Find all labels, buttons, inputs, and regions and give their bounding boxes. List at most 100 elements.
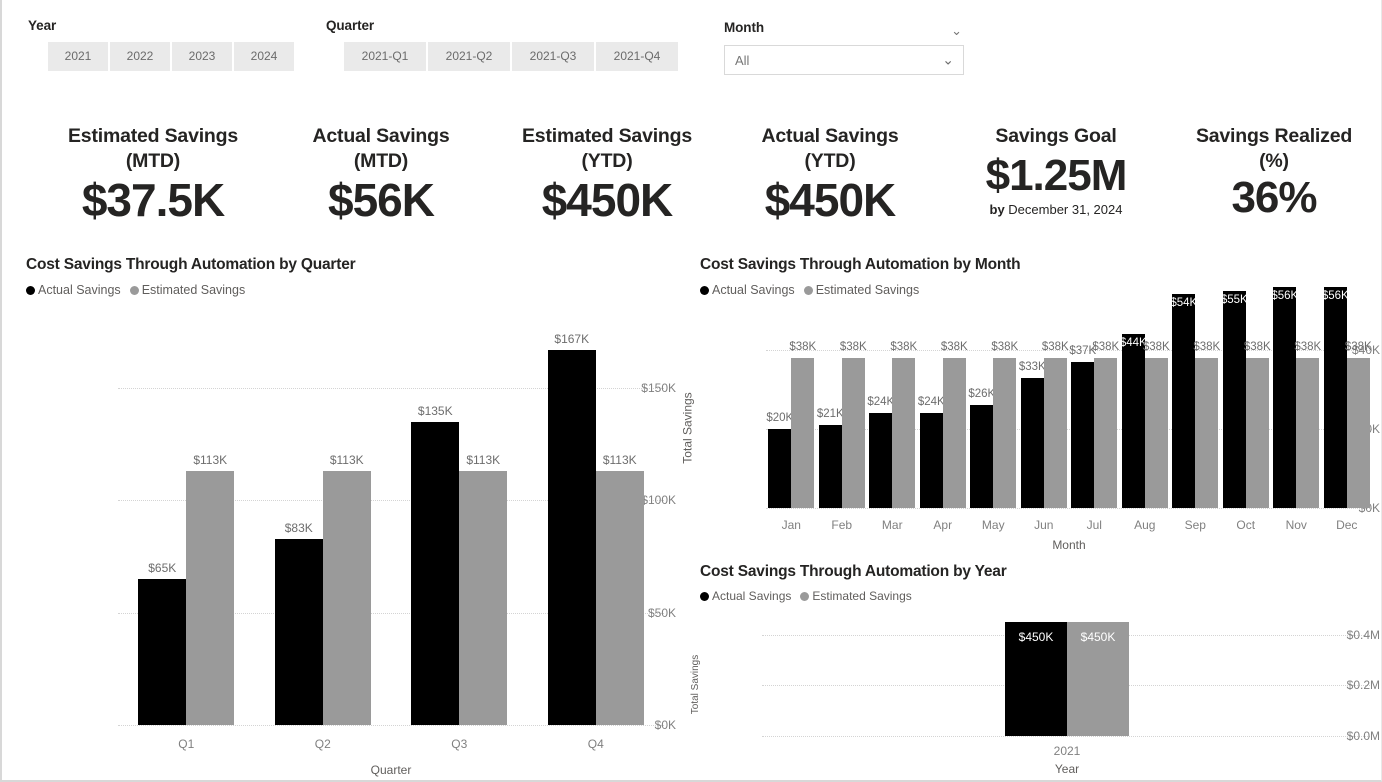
bar-estimated[interactable] xyxy=(1245,357,1269,508)
quarter-slicer[interactable]: Quarter 2021-Q1 2021-Q2 2021-Q3 2021-Q4 xyxy=(326,18,678,71)
legend-item-estimated-savings[interactable]: Estimated Savings xyxy=(129,283,246,297)
legend-item-actual-savings[interactable]: Actual Savings xyxy=(700,589,791,603)
x-axis-tick-label: Apr xyxy=(933,518,953,532)
legend-label: Estimated Savings xyxy=(141,283,246,297)
bar-actual[interactable] xyxy=(547,349,596,725)
y-axis-title: Total Savings xyxy=(680,392,695,464)
bar-actual[interactable] xyxy=(1121,334,1145,508)
bar-estimated[interactable] xyxy=(942,357,966,508)
chart-title-month: Cost Savings Through Automation by Month xyxy=(700,256,1021,273)
kpi-value: $56K xyxy=(328,174,435,226)
bar-estimated[interactable] xyxy=(1043,357,1067,508)
chart-panel-quarter: Cost Savings Through Automation by Quart… xyxy=(26,256,676,777)
data-label: $38K xyxy=(789,340,817,353)
bar-actual[interactable] xyxy=(768,428,792,508)
bar-estimated[interactable] xyxy=(1094,357,1118,508)
x-axis-tick-label: Dec xyxy=(1336,518,1358,532)
bar-actual[interactable] xyxy=(869,413,893,508)
kpi-card-actual-savings-mtd: Actual Savings (MTD) $56K xyxy=(274,124,488,226)
quarter-option-2021-q4[interactable]: 2021-Q4 xyxy=(596,42,678,71)
year-option-2024[interactable]: 2024 xyxy=(234,42,294,71)
kpi-value: $450K xyxy=(541,174,674,226)
bar-estimated[interactable] xyxy=(459,471,508,725)
chart-legend-quarter[interactable]: Actual Savings Estimated Savings xyxy=(26,283,676,297)
quarter-option-2021-q1[interactable]: 2021-Q1 xyxy=(344,42,426,71)
bar-estimated[interactable] xyxy=(595,471,644,725)
bar-actual[interactable] xyxy=(1172,294,1196,508)
data-label: $167K xyxy=(554,331,590,346)
data-label: $113K xyxy=(466,453,501,468)
kpi-title: Savings Goal xyxy=(995,125,1117,147)
data-label: $113K xyxy=(193,453,228,468)
x-axis-tick-label: Oct xyxy=(1236,518,1256,532)
bar-estimated[interactable] xyxy=(1346,357,1370,508)
x-axis-title: Quarter xyxy=(370,763,412,777)
x-axis-tick-label: Q4 xyxy=(587,737,604,751)
legend-label: Actual Savings xyxy=(38,283,121,297)
chevron-down-icon[interactable]: ⌄ xyxy=(942,52,954,69)
x-axis-tick-label: Q1 xyxy=(178,737,195,751)
bar-estimated[interactable] xyxy=(1144,357,1168,508)
bar-actual[interactable] xyxy=(138,579,187,725)
legend-marker-icon xyxy=(700,591,709,601)
bar-actual[interactable] xyxy=(970,405,994,508)
year-option-2021[interactable]: 2021 xyxy=(48,42,108,71)
bar-actual[interactable] xyxy=(1273,286,1297,508)
year-slicer-options[interactable]: 2021 2022 2023 2024 xyxy=(48,42,294,71)
month-slicer-dropdown[interactable]: All ⌄ xyxy=(724,45,964,75)
data-label: $135K xyxy=(417,403,453,418)
chart-plot-month[interactable]: $0K$20K$40KTotal Savings$20K$38KJan$21K$… xyxy=(681,286,1380,554)
year-option-2022[interactable]: 2022 xyxy=(110,42,170,71)
bar-estimated[interactable] xyxy=(1296,357,1320,508)
bar-estimated[interactable] xyxy=(791,357,815,508)
chart-legend-year[interactable]: Actual Savings Estimated Savings xyxy=(700,589,1380,603)
bar-estimated[interactable] xyxy=(841,357,865,508)
bar-actual[interactable] xyxy=(1323,286,1347,508)
chart-plot-quarter[interactable]: $0K$50K$100K$150KTotal Savings$65K$113KQ… xyxy=(26,306,676,777)
quarter-option-2021-q3[interactable]: 2021-Q3 xyxy=(512,42,594,71)
bar-estimated[interactable] xyxy=(993,357,1017,508)
data-label: $38K xyxy=(940,340,968,353)
legend-item-estimated-savings[interactable]: Estimated Savings xyxy=(800,589,912,603)
bar-actual[interactable] xyxy=(274,538,323,725)
gridline xyxy=(118,725,664,726)
kpi-value: 36% xyxy=(1231,173,1317,222)
x-axis-title: Month xyxy=(1052,538,1086,552)
x-axis-tick-label: Q2 xyxy=(314,737,331,751)
chevron-down-icon[interactable]: ⌄ xyxy=(951,24,962,37)
month-slicer[interactable]: Month ⌄ All ⌄ xyxy=(724,20,964,75)
report-canvas: Year 2021 2022 2023 2024 Quarter 2021-Q1… xyxy=(0,0,1382,782)
data-label: $38K xyxy=(1344,340,1372,353)
kpi-card-savings-goal: Savings Goal $1.25M by December 31, 2024 xyxy=(942,124,1170,217)
kpi-row: Estimated Savings (MTD) $37.5K Actual Sa… xyxy=(2,112,1382,240)
bar-actual[interactable] xyxy=(1222,290,1246,508)
bar-actual[interactable] xyxy=(919,413,943,508)
bar-estimated[interactable] xyxy=(322,471,371,725)
data-label: $38K xyxy=(890,340,918,353)
y-axis-tick-label: $0.2M xyxy=(1346,678,1380,693)
year-slicer[interactable]: Year 2021 2022 2023 2024 xyxy=(28,18,294,71)
x-axis-tick-label: Jan xyxy=(781,518,801,532)
bar-actual[interactable] xyxy=(411,421,460,725)
legend-item-actual-savings[interactable]: Actual Savings xyxy=(700,283,795,297)
bar-estimated[interactable] xyxy=(186,471,235,725)
year-slicer-label: Year xyxy=(28,18,57,33)
x-axis-tick-label: Aug xyxy=(1134,518,1156,532)
legend-item-actual-savings[interactable]: Actual Savings xyxy=(26,283,121,297)
chart-plot-year[interactable]: $0.0M $0.2M $0.4M Total Savings $450K $450K 20… xyxy=(690,608,1380,778)
bar-actual[interactable] xyxy=(818,424,842,508)
kpi-value: $37.5K xyxy=(81,174,225,226)
x-axis-tick-label: Jun xyxy=(1034,518,1054,532)
bar-actual[interactable] xyxy=(1071,361,1095,508)
bar-estimated[interactable] xyxy=(1195,357,1219,508)
bar-actual[interactable] xyxy=(1020,377,1044,508)
data-label: $450K xyxy=(1080,630,1116,644)
x-axis-tick-label: Mar xyxy=(881,518,903,532)
legend-label: Actual Savings xyxy=(712,283,795,297)
bar-estimated[interactable] xyxy=(892,357,916,508)
year-option-2023[interactable]: 2023 xyxy=(172,42,232,71)
quarter-option-2021-q2[interactable]: 2021-Q2 xyxy=(428,42,510,71)
quarter-slicer-options[interactable]: 2021-Q1 2021-Q2 2021-Q3 2021-Q4 xyxy=(344,42,678,71)
kpi-title: Actual Savings xyxy=(761,125,899,147)
legend-item-estimated-savings[interactable]: Estimated Savings xyxy=(803,283,919,297)
